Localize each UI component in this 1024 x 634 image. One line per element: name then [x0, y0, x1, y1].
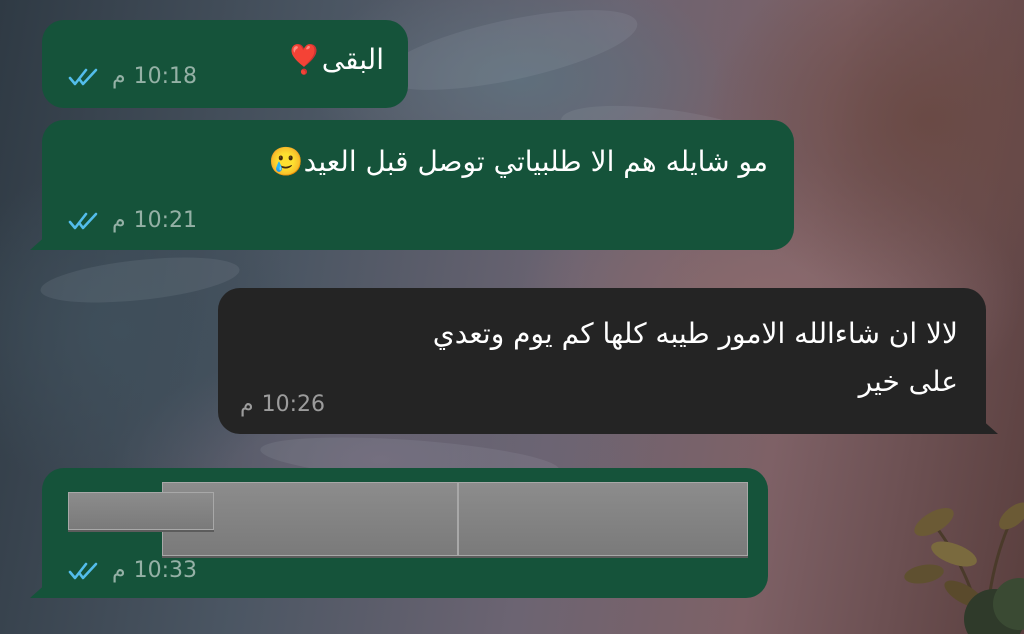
message-ampm: م: [112, 208, 126, 233]
wallpaper-wave: [376, 0, 644, 107]
message-bubble-incoming[interactable]: لالا ان شاءالله الامور طيبه كلها كم يوم …: [218, 288, 998, 434]
message-bubble-outgoing[interactable]: مو شايله هم الا طلبياتي توصل قبل العيد🥲 …: [30, 120, 794, 250]
message-text-line: لالا ان شاءالله الامور طيبه كلها كم يوم …: [433, 312, 958, 356]
message-time: 10:33: [133, 558, 198, 583]
message-time: 10:21: [133, 208, 198, 233]
message-text-line: على خير: [859, 360, 958, 404]
smiling-tear-emoji: 🥲: [268, 145, 304, 178]
redacted-block: [68, 492, 214, 530]
double-check-icon: [68, 212, 98, 229]
double-check-icon: [68, 562, 98, 579]
message-text: مو شايله هم الا طلبياتي توصل قبل العيد🥲: [269, 140, 768, 184]
redacted-block: [458, 482, 748, 556]
message-time: 10:26: [261, 392, 326, 417]
message-bubble-outgoing-redacted[interactable]: م 10:33: [30, 468, 768, 598]
message-text: البقى❣️: [287, 38, 384, 82]
wallpaper-plant: [904, 502, 1024, 634]
message-ampm: م: [240, 392, 254, 417]
message-meta: م 10:33: [68, 558, 197, 583]
message-ampm: م: [112, 558, 126, 583]
message-ampm: م: [112, 64, 126, 89]
message-body: البقى: [321, 43, 384, 76]
message-body-line1: لالا ان شاءالله الامور طيبه كلها كم يوم …: [432, 317, 958, 350]
message-meta: م 10:18: [68, 64, 197, 89]
heart-exclamation-emoji: ❣️: [286, 43, 322, 76]
message-body-line2: على خير: [858, 365, 958, 398]
message-body: مو شايله هم الا طلبياتي توصل قبل العيد: [303, 145, 768, 178]
message-meta: م 10:26: [240, 392, 325, 417]
message-bubble-outgoing[interactable]: البقى❣️ م 10:18: [42, 20, 408, 108]
message-meta: م 10:21: [68, 208, 197, 233]
double-check-icon: [68, 68, 98, 85]
wallpaper-wave: [38, 249, 242, 311]
message-time: 10:18: [133, 64, 198, 89]
